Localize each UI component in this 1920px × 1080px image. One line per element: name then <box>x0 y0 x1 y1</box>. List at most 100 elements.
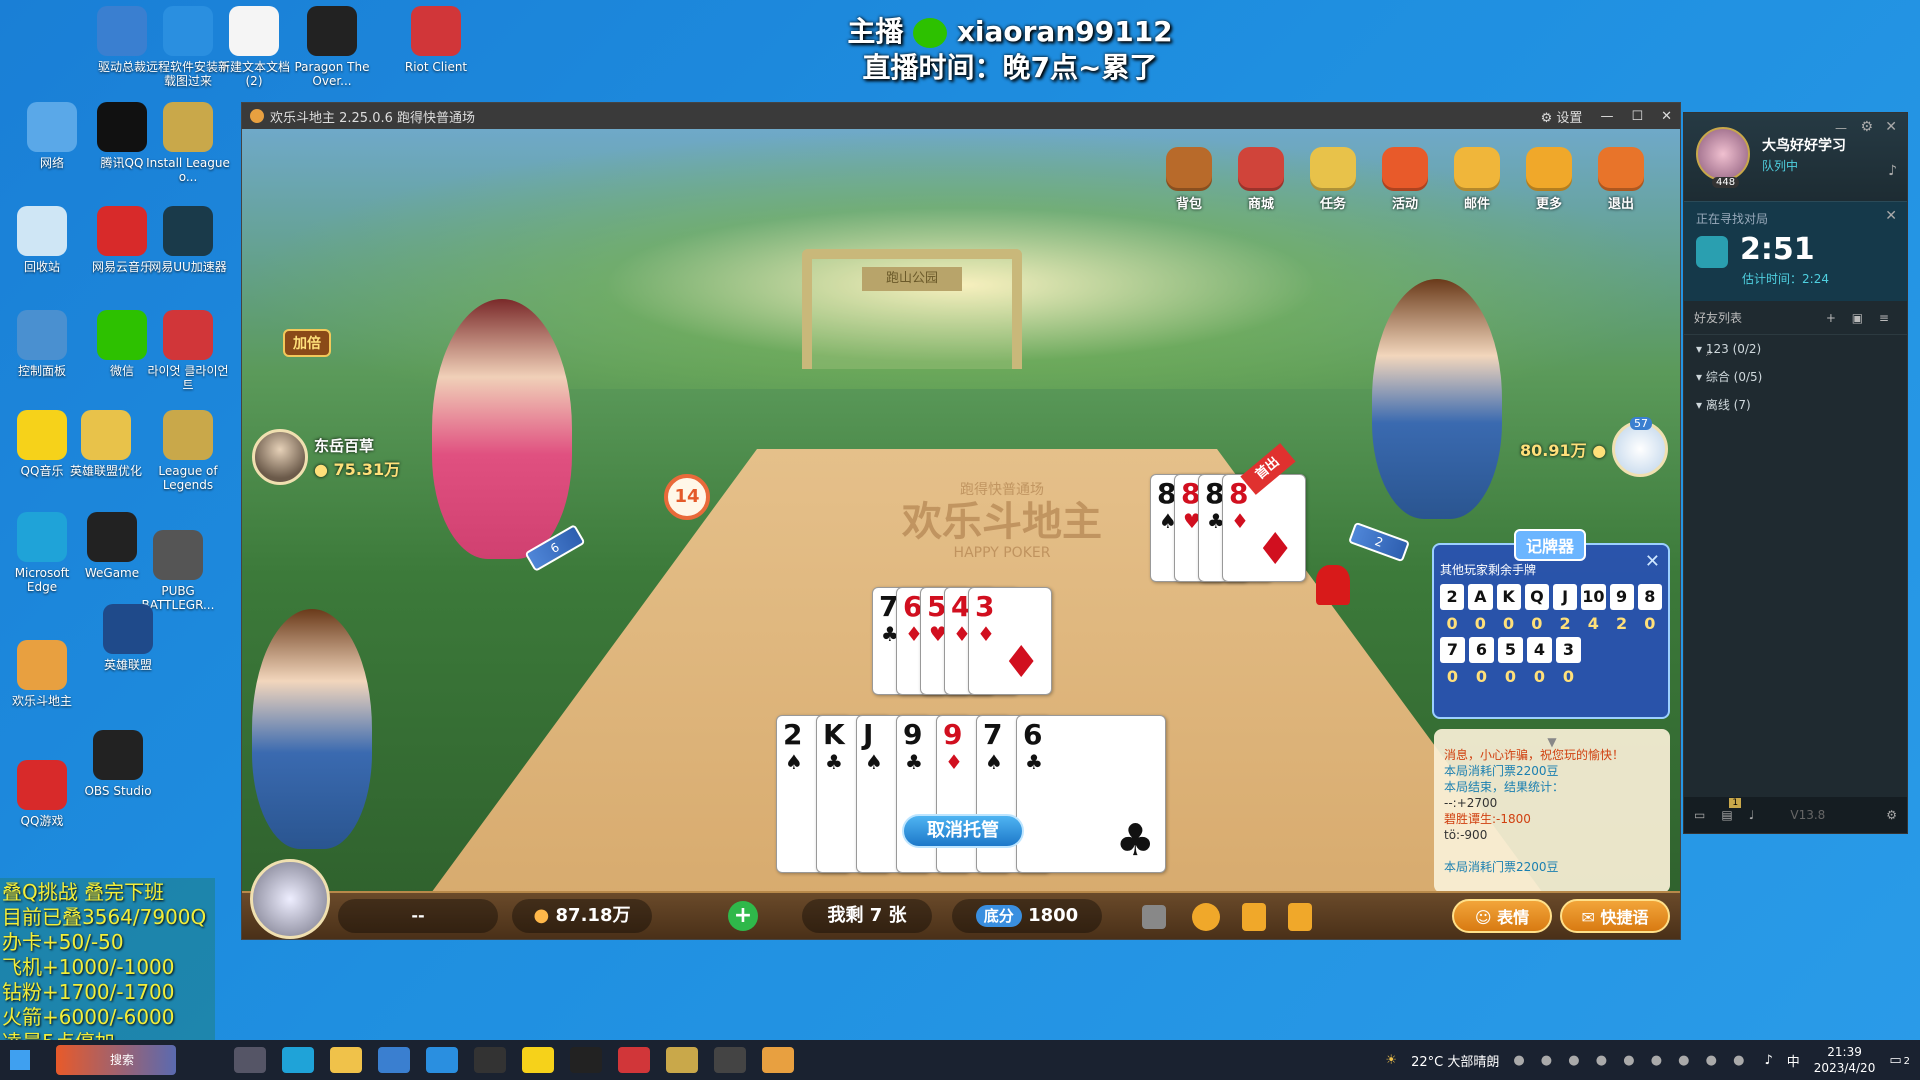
desktop-shortcut-label: League of Legends <box>158 464 218 492</box>
support-icon[interactable]: ⚙ <box>1886 808 1897 822</box>
settings-button[interactable]: ⚙ 设置 <box>1541 107 1583 126</box>
nav-button-task[interactable]: 任务 <box>1304 147 1362 212</box>
folder-icon[interactable]: ▣ <box>1852 311 1863 325</box>
undo-icon[interactable] <box>1192 903 1220 931</box>
close-icon[interactable]: ✕ <box>1645 551 1660 572</box>
add-coins-button[interactable]: + <box>728 901 758 931</box>
nav-button-mail[interactable]: 邮件 <box>1448 147 1506 212</box>
card-rank: K <box>823 718 845 751</box>
friend-group[interactable]: ▾ 123 (0/2) <box>1684 335 1907 363</box>
volume-icon[interactable]: ♪ <box>1764 1053 1772 1068</box>
desktop-shortcut[interactable]: League of Legends <box>146 410 230 492</box>
chevron-down-icon[interactable]: ▼ <box>1444 736 1660 748</box>
desktop-shortcut[interactable]: 英雄联盟 <box>86 604 170 672</box>
desktop-shortcut[interactable]: OBS Studio <box>76 730 160 798</box>
quick-chat-button[interactable]: ✉ 快捷语 <box>1560 899 1670 933</box>
emote-button[interactable]: ☺ 表情 <box>1452 899 1552 933</box>
close-button[interactable]: ✕ <box>1661 109 1672 124</box>
game-window: 欢乐斗地主 2.25.0.6 跑得快普通场 ⚙ 设置 — ☐ ✕ 跑山公园 跑得… <box>241 102 1681 940</box>
uu-icon <box>163 206 213 256</box>
obs-icon[interactable] <box>474 1047 506 1073</box>
record-icon[interactable] <box>1242 903 1266 931</box>
chat-message: 本局消耗门票2200豆 <box>1444 860 1559 874</box>
desktop-shortcut[interactable]: 网易UU加速器 <box>146 206 230 274</box>
table-logo-sub: HAPPY POKER <box>953 545 1051 561</box>
missions-icon[interactable]: ▤ 1 <box>1721 798 1742 822</box>
nav-button-label: 退出 <box>1607 197 1634 212</box>
riot-icon[interactable] <box>618 1047 650 1073</box>
chat-icon[interactable]: ▭ <box>1694 808 1705 822</box>
weather-icon[interactable]: ☀ <box>1385 1053 1397 1068</box>
chat-log[interactable]: ▼ 消息，小心诈骗，祝您玩的愉快！ 本局消耗门票2200豆 本局结束，结果统计： --… <box>1434 729 1670 893</box>
minimize-button[interactable]: — <box>1600 109 1613 124</box>
hand-card[interactable]: 6 ♣ ♣ <box>1016 715 1166 873</box>
right-character <box>1372 279 1502 519</box>
nav-button-backpack[interactable]: 背包 <box>1160 147 1218 212</box>
estimate-time: 估计时间：2:24 <box>1742 270 1829 287</box>
desktop-shortcut[interactable]: PUBG BATTLEGR... <box>136 530 220 612</box>
league-icon[interactable] <box>666 1047 698 1073</box>
ddz-icon[interactable] <box>762 1047 794 1073</box>
desktop-shortcut[interactable]: Install League o... <box>146 102 230 184</box>
nav-button-more[interactable]: 更多 <box>1520 147 1578 212</box>
gear-icon[interactable]: ⚙ <box>1860 119 1873 135</box>
folder-icon <box>81 410 131 460</box>
version-label: V13.8 <box>1790 808 1826 822</box>
friend-group[interactable]: ▾ 离线 (7) <box>1684 391 1907 419</box>
desktop-shortcut[interactable]: 라이엇 클라이언트 <box>146 310 230 392</box>
bell-icon[interactable]: ♪ <box>1888 163 1897 179</box>
self-name-pill: -- <box>338 899 498 933</box>
nav-button-exit[interactable]: 退出 <box>1592 147 1650 212</box>
desktop-shortcut[interactable]: 回收站 <box>0 206 84 274</box>
tray-icons[interactable]: ● ● ● ● ● ● ● ● ● <box>1513 1053 1750 1068</box>
mail-icon[interactable] <box>426 1047 458 1073</box>
qq-music-icon[interactable] <box>522 1047 554 1073</box>
notification-button[interactable]: ▭ 2 <box>1889 1053 1910 1068</box>
close-icon[interactable]: ✕ <box>1885 208 1897 224</box>
user-level: 448 <box>1712 177 1740 188</box>
self-avatar[interactable] <box>250 859 330 939</box>
desktop-shortcut[interactable]: Riot Client <box>394 6 478 74</box>
desktop-shortcut[interactable]: 新建文本文档(2) <box>212 6 296 88</box>
notes-icon[interactable] <box>1288 903 1312 931</box>
start-button[interactable] <box>0 1040 40 1080</box>
friend-group[interactable]: ▾ 综合 (0/5) <box>1684 363 1907 391</box>
robot-icon[interactable] <box>1142 905 1166 929</box>
system-clock[interactable]: 21:39 2023/4/20 <box>1814 1044 1876 1076</box>
ime-indicator[interactable]: 中 <box>1787 1051 1800 1070</box>
nav-button-shop[interactable]: 商城 <box>1232 147 1290 212</box>
desktop-shortcut[interactable]: Paragon The Over... <box>290 6 374 88</box>
qq-icon[interactable] <box>570 1047 602 1073</box>
overlay-schedule: 直播时间：晚7点~累了 <box>862 51 1158 84</box>
card-suit-large-icon: ♦ <box>1001 637 1041 688</box>
file-explorer-icon[interactable] <box>330 1047 362 1073</box>
close-icon[interactable]: ✕ <box>1885 119 1897 135</box>
counter-rank: A <box>1468 584 1493 610</box>
desktop-shortcut[interactable]: 欢乐斗地主 <box>0 640 84 708</box>
desktop-shortcut[interactable]: 英雄联盟优化 <box>64 410 148 478</box>
task-view-icon[interactable] <box>234 1047 266 1073</box>
edge-icon[interactable] <box>282 1047 314 1073</box>
weather-text[interactable]: 22°C 大部晴朗 <box>1411 1051 1499 1070</box>
taskbar-search[interactable]: 搜索 <box>56 1045 176 1075</box>
clock-time: 21:39 <box>1827 1045 1862 1059</box>
cancel-auto-button[interactable]: 取消托管 <box>902 814 1024 848</box>
friend-panel: 448 大鸟好好学习 队列中 — ⚙ ✕ ♪ 正在寻找对局 ✕ 2:51 估计时… <box>1683 112 1908 834</box>
nav-button-gift[interactable]: 活动 <box>1376 147 1434 212</box>
add-friend-icon[interactable]: + <box>1826 311 1836 325</box>
game-titlebar[interactable]: 欢乐斗地主 2.25.0.6 跑得快普通场 ⚙ 设置 — ☐ ✕ <box>242 103 1680 129</box>
store-icon[interactable] <box>378 1047 410 1073</box>
desktop-shortcut[interactable]: QQ游戏 <box>0 760 84 828</box>
wegame-icon[interactable] <box>714 1047 746 1073</box>
minimize-button[interactable]: — <box>1835 121 1847 135</box>
desktop-shortcut[interactable]: 控制面板 <box>0 310 84 378</box>
left-player-avatar[interactable] <box>252 429 308 485</box>
mic-icon[interactable]: ♩ <box>1749 808 1755 822</box>
maximize-button[interactable]: ☐ <box>1631 109 1643 124</box>
notification-count: 2 <box>1903 1055 1910 1067</box>
counter-count: 2 <box>1559 614 1571 633</box>
card-counter-subtitle: 其他玩家剩余手牌 <box>1440 563 1537 577</box>
user-avatar[interactable] <box>1696 127 1750 181</box>
game-area: 跑山公园 跑得快普通场 欢乐斗地主 HAPPY POKER 背包 商城 任务 活动 邮件… <box>242 129 1680 939</box>
list-icon[interactable]: ≡ <box>1879 311 1889 325</box>
